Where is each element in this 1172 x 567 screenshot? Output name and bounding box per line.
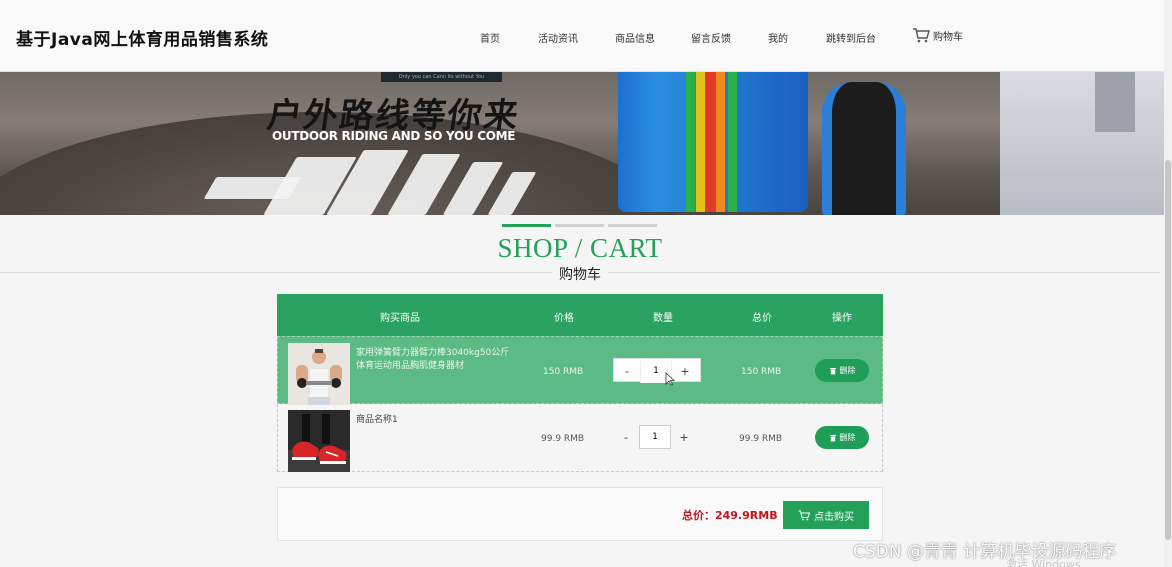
csdn-watermark: CSDN @青青 计算机毕设源码程序 — [853, 542, 1117, 562]
delete-label: 删除 — [839, 433, 856, 442]
section-subtitle: 购物车 — [552, 264, 608, 284]
cart-summary: 总价：249.9RMB 点击购买 — [277, 487, 883, 541]
col-product: 购买商品 — [380, 313, 420, 324]
col-quantity: 数量 — [653, 313, 673, 324]
carousel-indicator-3[interactable] — [608, 224, 657, 227]
hero-banner[interactable]: Only you can Cann its without You 户外路线等你… — [0, 72, 1164, 215]
mouse-cursor-icon — [665, 372, 675, 386]
row-total: 99.9 RMB — [739, 434, 783, 444]
nav-cart-label: 购物车 — [933, 31, 963, 43]
col-action: 操作 — [832, 313, 852, 324]
scrollbar-thumb[interactable] — [1165, 160, 1171, 540]
great-wall-image — [1000, 72, 1164, 215]
row-total: 150 RMB — [741, 367, 782, 377]
cart-total: 总价：249.9RMB — [682, 509, 778, 522]
product-price: 99.9 RMB — [541, 434, 585, 444]
delete-button[interactable]: 删除 — [815, 426, 869, 449]
banner-subheadline: OUTDOOR RIDING AND SO YOU COME — [272, 129, 516, 143]
trash-icon — [829, 434, 836, 441]
cycling-shorts-image — [822, 82, 906, 215]
cart-icon — [913, 28, 930, 43]
cart-table-header: 购买商品 价格 数量 总价 操作 — [277, 294, 883, 336]
nav-home[interactable]: 首页 — [480, 30, 500, 45]
cycling-jersey-image — [618, 72, 808, 212]
wall-tower — [1095, 72, 1135, 132]
decrease-button[interactable]: - — [614, 359, 640, 383]
cart-row[interactable]: 家用弹簧臂力器臂力棒3040kg50公斤体育运动用品胸肌健身器材 150 RMB… — [277, 336, 883, 405]
nav-products[interactable]: 商品信息 — [615, 30, 655, 45]
increase-button[interactable]: + — [672, 359, 698, 383]
product-price: 150 RMB — [543, 367, 584, 377]
buy-button[interactable]: 点击购买 — [783, 501, 869, 529]
carousel-indicator-1[interactable] — [502, 224, 551, 227]
nav-feedback[interactable]: 留言反馈 — [691, 30, 731, 45]
product-image[interactable] — [288, 343, 350, 405]
quantity-stepper: - + — [613, 425, 701, 449]
product-image[interactable] — [288, 410, 350, 472]
trash-icon — [829, 367, 836, 374]
delete-button[interactable]: 删除 — [815, 359, 869, 382]
decrease-button[interactable]: - — [613, 425, 639, 449]
product-name[interactable]: 商品名称1 — [356, 414, 516, 427]
product-name[interactable]: 家用弹簧臂力器臂力棒3040kg50公斤体育运动用品胸肌健身器材 — [356, 347, 516, 373]
buy-label: 点击购买 — [814, 511, 854, 523]
col-price: 价格 — [554, 313, 574, 324]
nav-news[interactable]: 活动资讯 — [538, 30, 578, 45]
quantity-input[interactable] — [639, 425, 671, 449]
quantity-stepper: - + — [613, 358, 701, 383]
nav-admin[interactable]: 跳转到后台 — [826, 30, 876, 45]
cart-icon — [798, 510, 810, 520]
site-title[interactable]: 基于Java网上体育用品销售系统 — [16, 25, 268, 50]
cart-table: 购买商品 价格 数量 总价 操作 家用弹簧臂力器臂力棒3040kg50公斤体育运… — [277, 294, 883, 472]
site-header: 基于Java网上体育用品销售系统 首页 活动资讯 商品信息 留言反馈 我的 跳转… — [0, 0, 1164, 72]
delete-label: 删除 — [839, 366, 856, 375]
banner-tag: Only you can Cann its without You — [381, 72, 502, 82]
carousel-indicator-2[interactable] — [555, 224, 604, 227]
col-total: 总价 — [752, 313, 772, 324]
cart-row[interactable]: 商品名称1 99.9 RMB - + 99.9 RMB 删除 — [277, 404, 883, 472]
nav-mine[interactable]: 我的 — [768, 30, 788, 45]
nav-cart[interactable]: 购物车 — [912, 27, 963, 43]
section-title: SHOP / CART — [497, 233, 663, 263]
increase-button[interactable]: + — [671, 425, 697, 449]
